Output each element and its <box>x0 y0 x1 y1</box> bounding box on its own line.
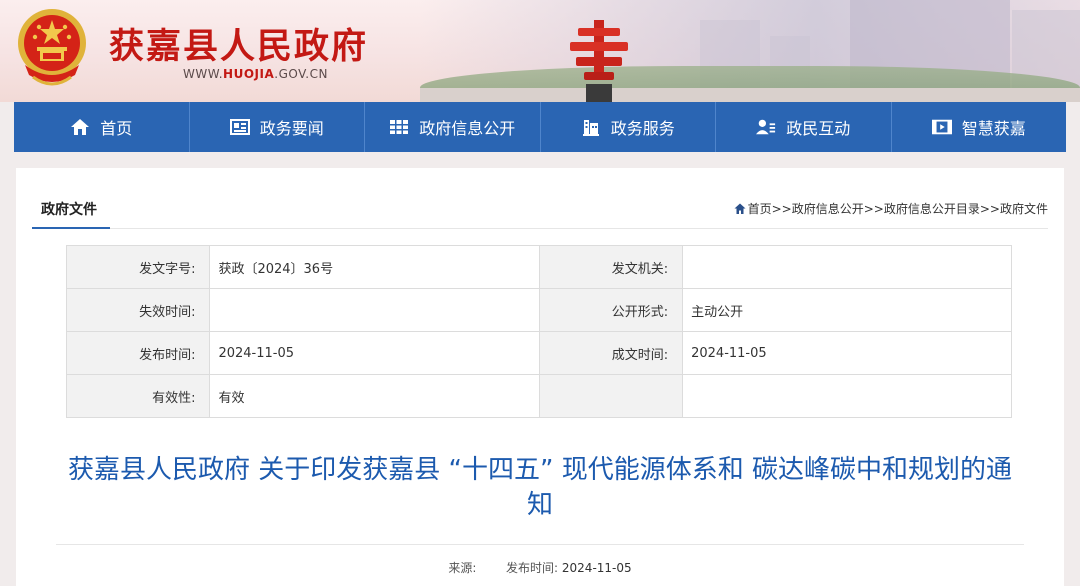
meta-value <box>682 374 1012 418</box>
content-panel: 政府文件 首页 >> 政府信息公开 >> 政府信息公开目录 >> 政府文件 发文… <box>16 168 1064 586</box>
nav-item-smart-huojia[interactable]: 智慧获嘉 <box>890 102 1067 152</box>
building-icon <box>581 117 601 137</box>
site-url[interactable]: WWW.HUOJIA.GOV.CN <box>183 67 328 81</box>
meta-label: 发文字号: <box>65 245 211 289</box>
meta-label: 成文时间: <box>538 331 684 375</box>
red-sculpture-image <box>570 20 628 102</box>
nav-item-home[interactable]: 首页 <box>14 102 189 152</box>
site-title: 获嘉县人民政府 <box>109 26 369 67</box>
breadcrumb-item[interactable]: 政府文件 <box>1000 200 1048 217</box>
film-icon <box>931 117 952 137</box>
meta-value <box>682 245 1012 289</box>
publish-date-value: 2024-11-05 <box>561 561 632 575</box>
document-title: 获嘉县人民政府 关于印发获嘉县 “十四五” 现代能源体系和 碳达峰碳中和规划的通… <box>68 455 1012 520</box>
meta-value: 2024-11-05 <box>209 331 540 375</box>
nav-item-label: 政民互动 <box>786 119 851 138</box>
section-title-underline <box>32 227 110 229</box>
meta-value: 主动公开 <box>682 288 1012 332</box>
source-label: 来源: <box>448 561 477 575</box>
newspaper-icon <box>229 117 250 137</box>
breadcrumb-separator: >> <box>979 201 1000 216</box>
publish-date-label: 发布时间: <box>506 561 559 575</box>
banner-plaza <box>420 88 1080 102</box>
meta-label: 发文机关: <box>538 245 684 289</box>
meta-label: 发布时间: <box>65 331 211 375</box>
breadcrumb: 首页 >> 政府信息公开 >> 政府信息公开目录 >> 政府文件 <box>734 200 1048 217</box>
document-meta-table: 发文字号: 获政〔2024〕36号 发文机关: 失效时间: 公开形式: 主动公开… <box>65 245 1012 418</box>
breadcrumb-item[interactable]: 政府信息公开 <box>792 200 864 217</box>
meta-value: 2024-11-05 <box>682 331 1012 375</box>
national-emblem-icon <box>18 9 86 86</box>
document-info: 来源: 发布时间: 2024-11-05 <box>16 559 1064 576</box>
table-row: 失效时间: 公开形式: 主动公开 <box>65 288 1012 332</box>
nav-item-interaction[interactable]: 政民互动 <box>715 102 891 152</box>
table-row: 有效性: 有效 <box>65 374 1012 418</box>
document-title-divider <box>56 544 1024 545</box>
nav-item-gov-info[interactable]: 政府信息公开 <box>364 102 540 152</box>
nav-item-label: 智慧获嘉 <box>961 119 1026 138</box>
book-icon <box>389 117 409 137</box>
breadcrumb-separator: >> <box>771 201 792 216</box>
nav-item-services[interactable]: 政务服务 <box>539 102 716 152</box>
nav-item-label: 政务服务 <box>610 119 675 138</box>
nav-item-label: 政府信息公开 <box>419 119 516 138</box>
section-title: 政府文件 <box>41 202 97 218</box>
section-divider <box>32 228 1048 229</box>
home-icon <box>734 203 746 214</box>
meta-label: 公开形式: <box>538 288 684 332</box>
table-row: 发布时间: 2024-11-05 成文时间: 2024-11-05 <box>65 331 1012 375</box>
site-banner: 获嘉县人民政府 WWW.HUOJIA.GOV.CN <box>0 0 1080 102</box>
nav-item-news[interactable]: 政务要闻 <box>188 102 365 152</box>
home-icon <box>70 117 90 137</box>
breadcrumb-home[interactable]: 首页 <box>748 200 772 217</box>
meta-value: 有效 <box>209 374 540 418</box>
main-nav: 首页 政务要闻 政府信息公开 政务服务 政民互动 智慧获嘉 <box>14 102 1066 152</box>
nav-item-label: 首页 <box>100 119 133 138</box>
site-url-prefix: WWW. <box>183 67 224 81</box>
meta-value: 获政〔2024〕36号 <box>209 245 540 289</box>
table-row: 发文字号: 获政〔2024〕36号 发文机关: <box>65 245 1012 289</box>
site-url-suffix: .GOV.CN <box>274 67 328 81</box>
meta-value <box>209 288 540 332</box>
breadcrumb-item[interactable]: 政府信息公开目录 <box>884 200 980 217</box>
nav-item-label: 政务要闻 <box>259 119 324 138</box>
user-chat-icon <box>756 117 776 137</box>
site-url-brand: HUOJIA <box>223 67 275 81</box>
meta-label: 失效时间: <box>65 288 211 332</box>
meta-label <box>538 374 684 418</box>
meta-label: 有效性: <box>65 374 211 418</box>
breadcrumb-separator: >> <box>863 201 884 216</box>
